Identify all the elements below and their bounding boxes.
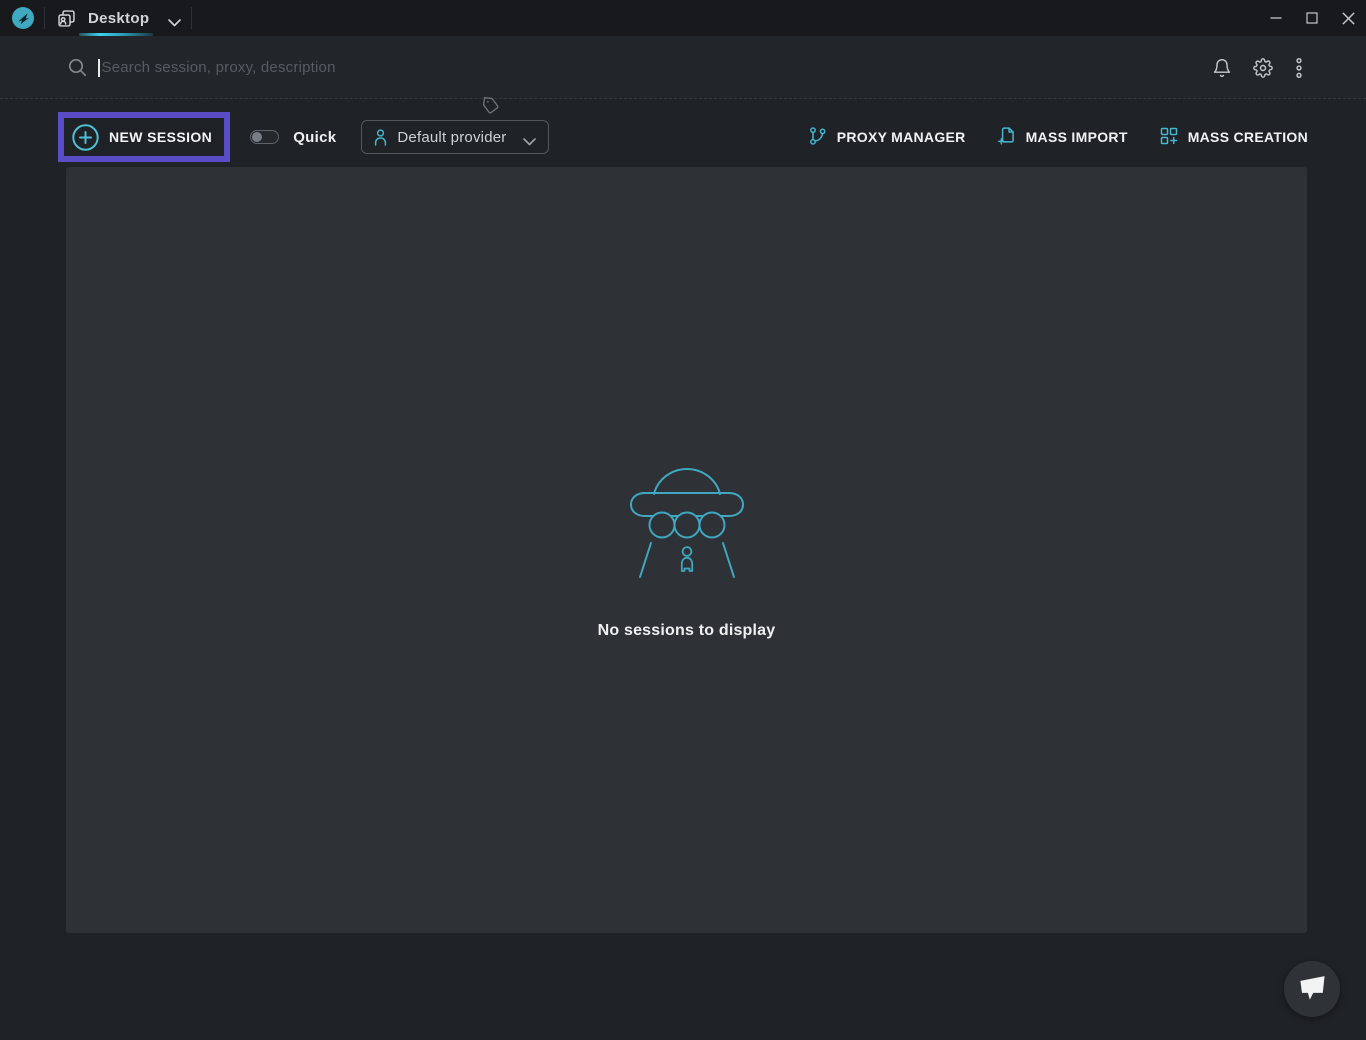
new-session-label: NEW SESSION (109, 129, 212, 145)
tab-label: Desktop (88, 10, 149, 27)
provider-dropdown[interactable]: Default provider (361, 120, 549, 154)
mass-import-button[interactable]: MASS IMPORT (997, 126, 1128, 149)
provider-person-icon (374, 129, 387, 146)
toolbar: NEW SESSION Quick Default provider (0, 103, 1366, 171)
maximize-icon[interactable] (1294, 0, 1330, 36)
quick-toggle-label: Quick (293, 129, 336, 146)
provider-dropdown-label: Default provider (397, 129, 506, 146)
minimize-icon[interactable] (1258, 0, 1294, 36)
grid-plus-icon (1159, 126, 1179, 149)
window-controls (1258, 0, 1366, 36)
proxy-manager-button[interactable]: PROXY MANAGER (808, 126, 966, 149)
sessions-tab-icon (56, 8, 77, 29)
kebab-menu-icon[interactable] (1294, 57, 1304, 79)
empty-state-message: No sessions to display (598, 622, 776, 640)
ufo-illustration (627, 459, 747, 586)
quick-toggle[interactable] (250, 130, 279, 144)
bell-icon[interactable] (1212, 58, 1232, 78)
sessions-panel: No sessions to display (66, 167, 1307, 933)
mass-creation-button[interactable]: MASS CREATION (1159, 126, 1308, 149)
proxy-manager-label: PROXY MANAGER (837, 129, 966, 145)
tab-desktop[interactable]: Desktop (45, 0, 191, 36)
chevron-down-icon (523, 133, 536, 141)
new-session-button[interactable]: NEW SESSION (64, 118, 224, 156)
file-plus-icon (997, 126, 1017, 149)
empty-state: No sessions to display (66, 459, 1307, 640)
text-caret (98, 59, 100, 77)
proxy-branch-icon (808, 126, 828, 149)
titlebar-separator (191, 7, 192, 29)
search-input[interactable] (102, 59, 432, 76)
mass-creation-label: MASS CREATION (1188, 129, 1308, 145)
search-bar (0, 36, 1366, 99)
search-right-icons (1212, 36, 1304, 99)
gear-icon[interactable] (1253, 58, 1273, 78)
app-window: Desktop (0, 0, 1366, 1040)
plus-circle-icon (72, 124, 99, 151)
app-logo-icon (12, 7, 34, 29)
quick-toggle-group: Quick (250, 129, 336, 146)
toggle-knob (252, 132, 262, 142)
chevron-down-icon[interactable] (168, 14, 181, 22)
titlebar: Desktop (0, 0, 1366, 36)
search-icon (68, 58, 87, 77)
annotation-highlight: NEW SESSION (58, 112, 230, 162)
support-chat-button[interactable] (1284, 961, 1340, 1017)
mass-import-label: MASS IMPORT (1026, 129, 1128, 145)
close-icon[interactable] (1330, 0, 1366, 36)
toolbar-actions: PROXY MANAGER MASS IMPORT (808, 126, 1308, 149)
chat-bubble-icon (1297, 973, 1328, 1005)
